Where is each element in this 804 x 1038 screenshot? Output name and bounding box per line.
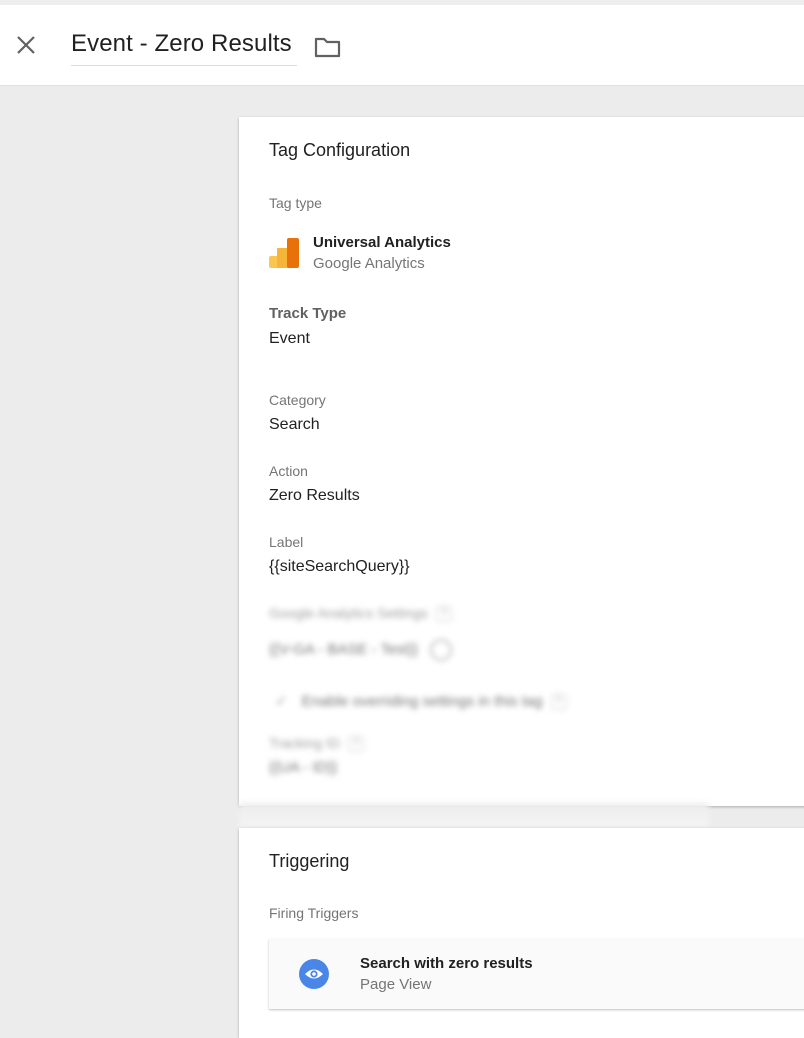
ga-settings-value: {{V-GA - BASE - Test}} [269, 639, 452, 661]
override-settings-checkbox: ✓ Enable overriding settings in this tag? [275, 692, 567, 711]
trigger-name: Search with zero results [360, 955, 533, 972]
action-label: Action [269, 463, 308, 479]
card-title: Tag Configuration [269, 140, 411, 160]
folder-button[interactable] [314, 35, 342, 59]
checkmark-icon: ✓ [275, 693, 288, 710]
event-label-label: Label [269, 534, 304, 550]
trigger-type: Page View [360, 976, 432, 993]
blurred-divider [239, 803, 709, 827]
tag-name: Event - Zero Results [71, 30, 292, 57]
tag-configuration-card[interactable]: Tag Configuration Tag type Universal Ana… [239, 117, 804, 806]
card-title: Triggering [269, 851, 350, 871]
tag-editor-header: Event - Zero Results [0, 5, 804, 86]
google-analytics-icon [269, 238, 299, 268]
close-icon [17, 36, 35, 54]
trigger-item[interactable]: Search with zero results Page View [269, 939, 804, 1009]
tag-type-vendor: Google Analytics [313, 255, 425, 272]
blurred-settings-section: Google Analytics Settings? {{V-GA - BASE… [239, 587, 709, 807]
tracking-id-label: Tracking ID? [269, 735, 365, 753]
folder-icon [314, 37, 341, 58]
event-label-value: {{siteSearchQuery}} [269, 558, 410, 575]
help-icon: ? [435, 606, 452, 623]
tag-type-name: Universal Analytics [313, 234, 451, 251]
close-button[interactable] [12, 31, 40, 59]
triggering-card[interactable]: Triggering Firing Triggers Search with z… [239, 828, 804, 1038]
category-value: Search [269, 416, 320, 433]
tracking-id-value: {{UA - ID}} [269, 759, 338, 776]
tag-name-input[interactable]: Event - Zero Results [71, 29, 297, 66]
track-type-label: Track Type [269, 305, 347, 322]
help-icon: ? [348, 736, 365, 753]
variable-picker-icon [429, 639, 452, 661]
firing-triggers-label: Firing Triggers [269, 905, 359, 921]
eye-icon [299, 959, 329, 989]
category-label: Category [269, 392, 326, 408]
help-icon: ? [550, 694, 567, 711]
tag-type-label: Tag type [269, 195, 322, 211]
track-type-value: Event [269, 330, 310, 347]
action-value: Zero Results [269, 487, 360, 504]
ga-settings-label: Google Analytics Settings? [269, 605, 452, 623]
